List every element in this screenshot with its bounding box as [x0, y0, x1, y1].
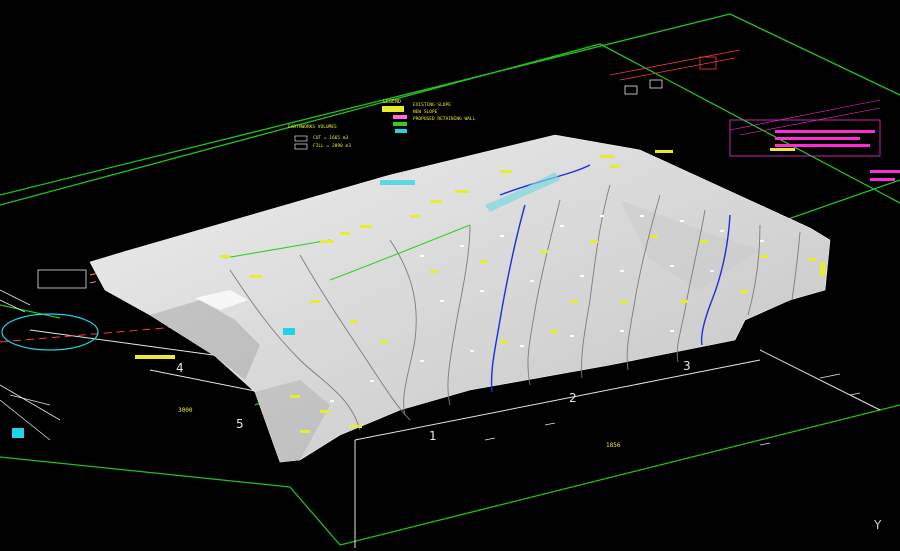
boundary-line-corner	[289, 486, 341, 546]
legend-row-2: NEW SLOPE	[413, 109, 438, 115]
title-block	[609, 49, 741, 95]
dimension-labels: 3000 1856	[178, 407, 621, 449]
boundary-line-right-top	[729, 13, 900, 96]
lot-number-2: 2	[569, 391, 577, 405]
lot-number-1: 1	[429, 429, 437, 443]
ucs-y-axis-label: Y	[874, 518, 882, 532]
legend-row-1: EXISTING SLOPE	[413, 102, 451, 108]
earthworks-title: EARTHWORKS VOLUMES	[288, 124, 337, 130]
left-annotation-block	[0, 269, 87, 441]
cad-viewport[interactable]: LEGEND EXISTING SLOPE NEW SLOPE PROPOSED…	[0, 0, 900, 551]
legend-title: LEGEND	[383, 99, 401, 105]
terrain-surface	[89, 134, 831, 463]
earthworks-row-1: CUT = 1665 m3	[313, 135, 349, 141]
earthworks-row-2: FILL = 2890 m3	[313, 143, 351, 149]
cul-de-sac-circle	[1, 313, 99, 351]
bottom-markers	[484, 373, 861, 446]
notes-block	[729, 99, 900, 181]
lot-number-5: 5	[236, 417, 244, 431]
boundary-line-left-bottom	[0, 456, 291, 488]
lot-number-4: 4	[176, 361, 184, 375]
legend-row-3: PROPOSED RETAINING WALL	[413, 116, 476, 122]
lot-number-3: 3	[683, 359, 691, 373]
dim-label-2: 1856	[606, 442, 621, 449]
legend-block: LEGEND EXISTING SLOPE NEW SLOPE PROPOSED…	[382, 99, 476, 133]
dim-label-1: 3000	[178, 407, 193, 414]
earthworks-block: EARTHWORKS VOLUMES CUT = 1665 m3 FILL = …	[288, 124, 351, 150]
